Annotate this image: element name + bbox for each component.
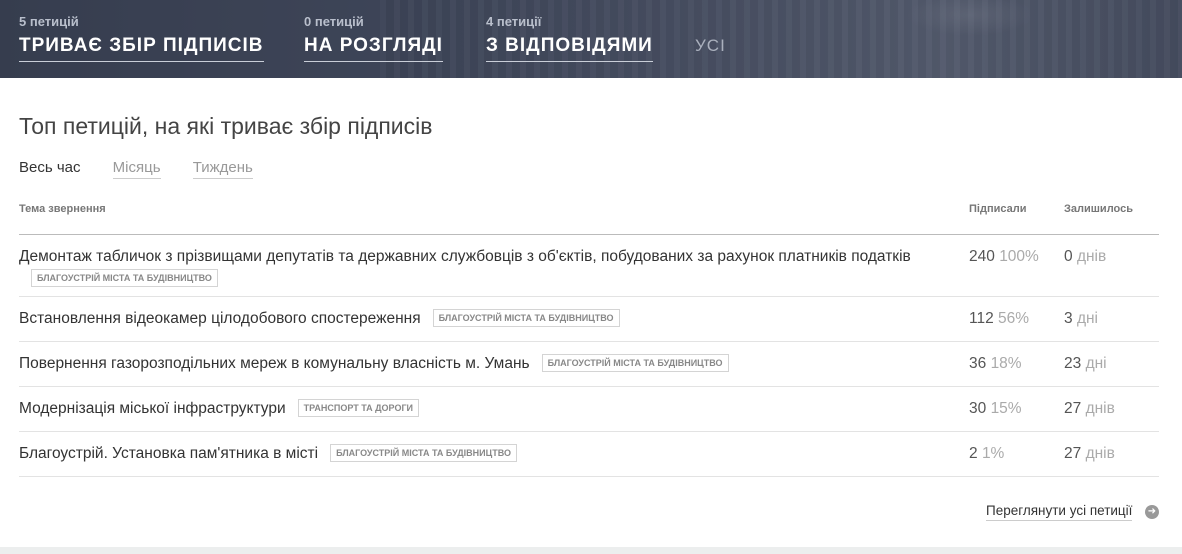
period-filters: Весь час Місяць Тиждень	[19, 159, 281, 179]
days-number: 0	[1064, 248, 1073, 265]
days-number: 27	[1064, 445, 1082, 462]
tab-label: УСІ	[695, 36, 726, 55]
filter-month[interactable]: Місяць	[112, 159, 161, 179]
category-tag[interactable]: БЛАГОУСТРІЙ МІСТА ТА БУДІВНИЦТВО	[31, 269, 218, 287]
tab-count: 4 петиції	[486, 14, 542, 29]
table-header: Тема звернення Підписали Залишилось	[19, 203, 1159, 235]
days-unit: днів	[1085, 400, 1115, 417]
days-unit: дні	[1076, 310, 1098, 327]
category-tag[interactable]: БЛАГОУСТРІЙ МІСТА ТА БУДІВНИЦТВО	[330, 444, 517, 462]
header-remaining: Залишилось	[1064, 203, 1133, 215]
signed-number: 36	[969, 355, 987, 372]
header-topic: Тема звернення	[19, 203, 106, 215]
signed-count: 112 56%	[969, 310, 1029, 328]
signed-number: 30	[969, 400, 987, 417]
petition-topic: Демонтаж табличок з прізвищами депутатів…	[19, 246, 929, 290]
signed-number: 112	[969, 310, 994, 327]
category-tag[interactable]: ТРАНСПОРТ ТА ДОРОГИ	[297, 399, 420, 417]
signed-count: 36 18%	[969, 355, 1022, 373]
days-remaining: 27 днів	[1064, 445, 1115, 463]
tab-label: НА РОЗГЛЯДІ	[304, 35, 443, 62]
signed-number: 240	[969, 248, 995, 265]
filter-week[interactable]: Тиждень	[192, 159, 253, 179]
category-tag[interactable]: БЛАГОУСТРІЙ МІСТА ТА БУДІВНИЦТВО	[541, 354, 729, 372]
days-number: 3	[1064, 310, 1073, 327]
petition-link[interactable]: Демонтаж табличок з прізвищами депутатів…	[19, 248, 911, 265]
page-title: Топ петицій, на які триває збір підписів	[19, 113, 433, 139]
days-number: 23	[1064, 355, 1082, 372]
tab-label: З ВІДПОВІДЯМИ	[486, 35, 653, 62]
signed-percent: 1%	[981, 445, 1005, 462]
table-row: Повернення газорозподільних мереж в кому…	[19, 342, 1159, 387]
table-row: Встановлення відеокамер цілодобового спо…	[19, 297, 1159, 342]
tab-under-review[interactable]: 0 петицій НА РОЗГЛЯДІ	[304, 14, 443, 62]
signed-number: 2	[969, 445, 978, 462]
days-unit: дні	[1085, 355, 1107, 372]
days-remaining: 27 днів	[1064, 400, 1115, 418]
petition-link[interactable]: Благоустрій. Установка пам'ятника в міст…	[19, 445, 318, 462]
petition-topic: Модернізація міської інфраструктури ТРАНС…	[19, 398, 929, 420]
petition-link[interactable]: Модернізація міської інфраструктури	[19, 400, 286, 417]
footer-strip	[0, 547, 1182, 554]
days-unit: днів	[1076, 248, 1107, 265]
petition-topic: Встановлення відеокамер цілодобового спо…	[19, 308, 929, 330]
view-all-petitions-link[interactable]: Переглянути усі петиції	[986, 503, 1133, 521]
days-unit: днів	[1085, 445, 1115, 462]
tab-collecting[interactable]: 5 петицій ТРИВАЄ ЗБІР ПІДПИСІВ	[19, 14, 264, 62]
signed-count: 30 15%	[969, 400, 1022, 418]
tab-count: 0 петицій	[304, 14, 364, 29]
header-signed: Підписали	[969, 203, 1027, 215]
tab-all[interactable]: УСІ	[695, 14, 726, 60]
filter-all-time[interactable]: Весь час	[19, 159, 81, 178]
days-remaining: 23 дні	[1064, 355, 1107, 373]
signed-percent: 15%	[990, 400, 1022, 417]
petition-link[interactable]: Встановлення відеокамер цілодобового спо…	[19, 310, 421, 327]
tab-answered[interactable]: 4 петиції З ВІДПОВІДЯМИ	[486, 14, 653, 62]
tab-label: ТРИВАЄ ЗБІР ПІДПИСІВ	[19, 35, 264, 62]
signed-count: 2 1%	[969, 445, 1004, 463]
table-row: Модернізація міської інфраструктури ТРАНС…	[19, 387, 1159, 432]
days-number: 27	[1064, 400, 1082, 417]
signed-percent: 100%	[999, 248, 1039, 265]
signed-count: 240 100%	[969, 248, 1039, 266]
petition-topic: Повернення газорозподільних мереж в кому…	[19, 353, 929, 375]
tab-count: 5 петицій	[19, 14, 79, 29]
petition-topic: Благоустрій. Установка пам'ятника в міст…	[19, 443, 929, 465]
arrow-right-circle-icon[interactable]: ➜	[1145, 505, 1159, 519]
signed-percent: 56%	[998, 310, 1030, 327]
petition-link[interactable]: Повернення газорозподільних мереж в кому…	[19, 355, 530, 372]
category-tag[interactable]: БЛАГОУСТРІЙ МІСТА ТА БУДІВНИЦТВО	[432, 309, 620, 327]
days-remaining: 3 дні	[1064, 310, 1098, 328]
header-banner: 5 петицій ТРИВАЄ ЗБІР ПІДПИСІВ 0 петицій…	[0, 0, 1182, 78]
table-row: Благоустрій. Установка пам'ятника в міст…	[19, 432, 1159, 477]
signed-percent: 18%	[990, 355, 1022, 372]
table-row: Демонтаж табличок з прізвищами депутатів…	[19, 235, 1159, 297]
days-remaining: 0 днів	[1064, 248, 1106, 266]
